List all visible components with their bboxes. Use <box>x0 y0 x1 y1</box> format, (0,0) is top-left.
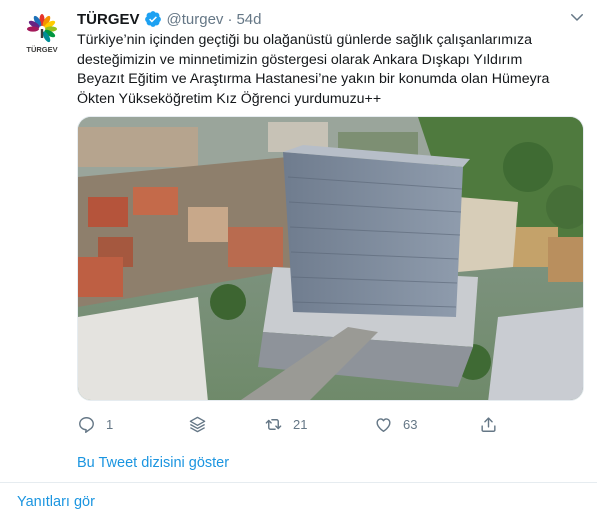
hospital-dormitory-aerial-photo <box>78 117 583 400</box>
tweet-text: Türkiye’nin içinden geçtiği bu olağanüst… <box>77 32 550 107</box>
stack-button[interactable] <box>188 415 207 434</box>
retweet-button[interactable]: 21 <box>264 415 307 434</box>
svg-text:TÜRGEV: TÜRGEV <box>26 45 57 54</box>
reply-count: 1 <box>106 417 114 432</box>
reply-icon <box>79 417 94 433</box>
timestamp[interactable]: 54d <box>236 11 261 28</box>
display-name[interactable]: TÜRGEV <box>77 11 140 28</box>
share-icon <box>481 417 496 432</box>
chevron-down-icon[interactable] <box>568 8 586 26</box>
reply-button[interactable]: 1 <box>77 415 113 434</box>
show-thread-link[interactable]: Bu Tweet dizisini göster <box>77 455 229 471</box>
tweet[interactable]: TÜRGEV TÜRGEV @turgev · 54d Türkiye’nin … <box>0 0 597 482</box>
separator-dot: · <box>227 10 233 28</box>
divider <box>0 482 597 483</box>
handle[interactable]: @turgev <box>167 11 224 28</box>
retweet-icon <box>265 419 282 430</box>
like-button[interactable]: 63 <box>374 415 417 434</box>
stack-icon <box>189 416 206 433</box>
like-icon <box>376 418 391 432</box>
tweet-header: TÜRGEV @turgev · 54d <box>77 9 261 29</box>
see-replies-link[interactable]: Yanıtları gör <box>17 494 95 510</box>
tweet-photo[interactable] <box>77 116 584 401</box>
retweet-count: 21 <box>293 417 308 432</box>
share-button[interactable] <box>479 415 498 434</box>
like-count: 63 <box>403 417 418 432</box>
verified-badge-icon <box>144 11 161 27</box>
avatar[interactable]: TÜRGEV <box>17 10 67 60</box>
tweet-actions: 1 21 63 <box>77 415 497 437</box>
turgev-logo: TÜRGEV <box>17 10 67 60</box>
